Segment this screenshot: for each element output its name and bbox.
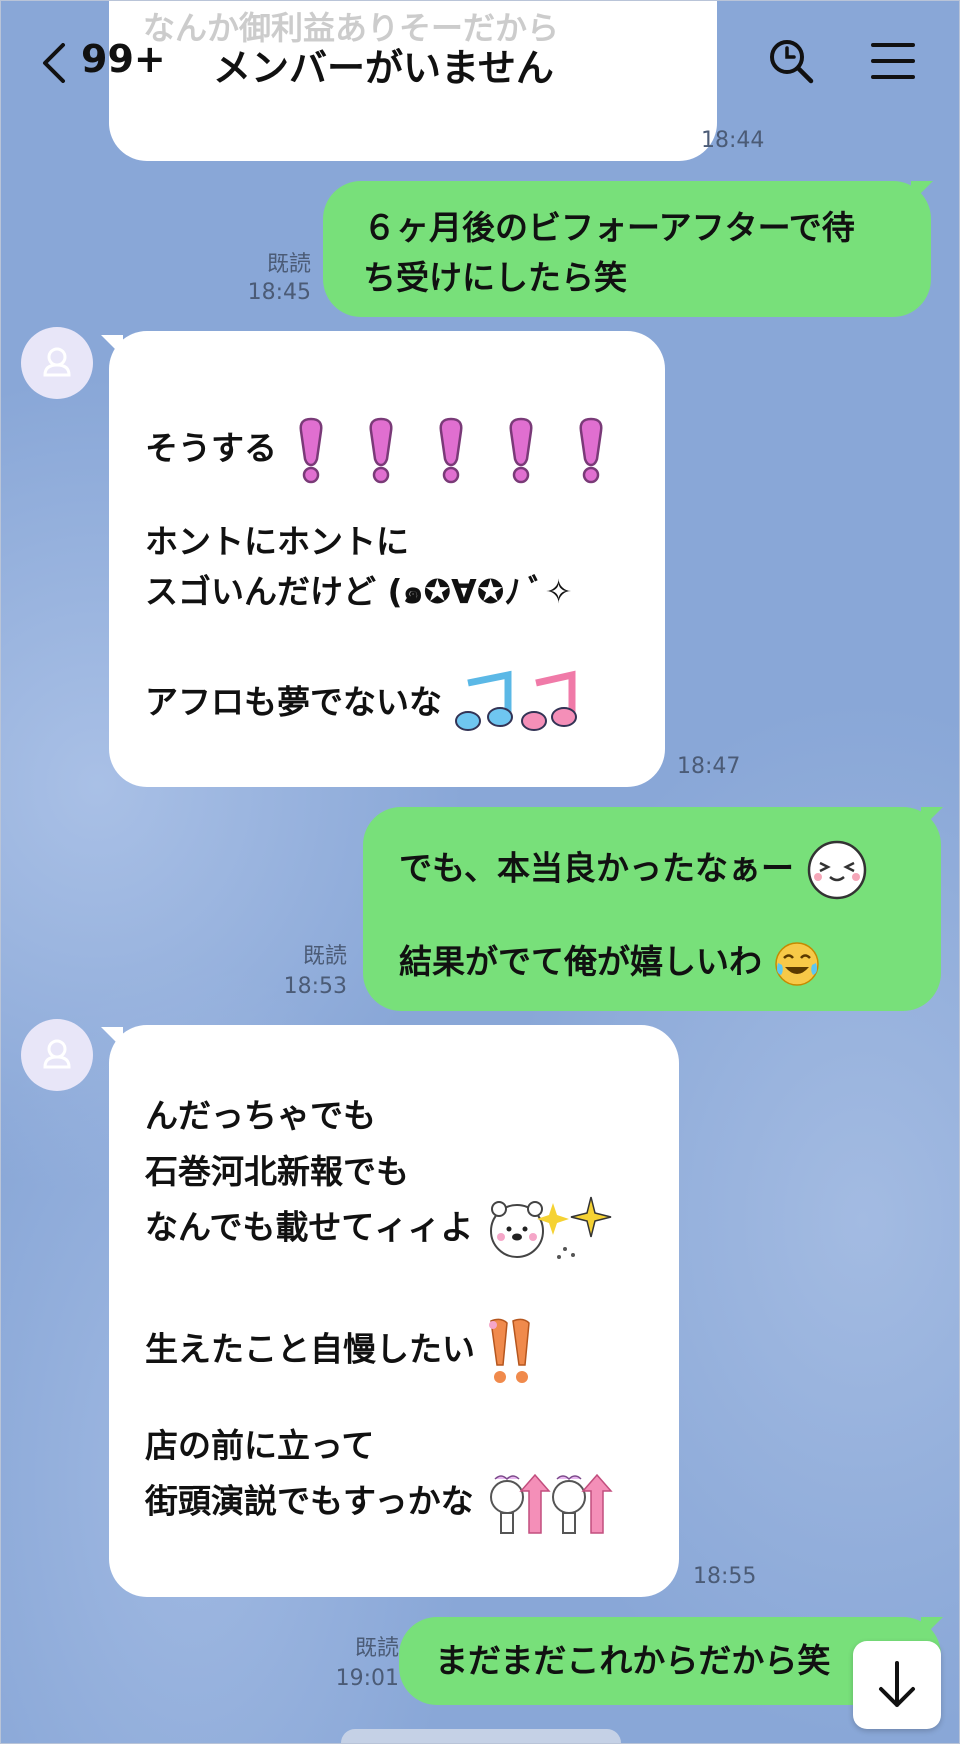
search-icon[interactable] [767,37,815,85]
message-bubble-outgoing[interactable]: でも、本当良かったなぁー 結果がでて俺が嬉しいわ [363,807,941,1011]
message-bubble-incoming[interactable]: んだっちゃでも 石巻河北新報でも なんでも載せてィィよ 生えたこと自慢したい 店… [109,1025,679,1597]
message-row: 結果がでて俺が嬉しいわ [399,937,820,987]
scroll-down-icon [879,1661,915,1707]
back-icon[interactable] [39,43,69,83]
avatar[interactable] [21,327,93,399]
bear-sparkle-sticker [489,1196,612,1259]
message-line: 石巻河北新報でも [145,1152,409,1191]
input-bar-partial [341,1729,621,1743]
message-line: まだまだこれからだから笑 [435,1641,831,1680]
message-bubble-incoming[interactable]: そうする ホントにホントに スゴいんだけど (๑✪∀✪ﾉ ﾞ✧ アフロも夢でない… [109,331,665,787]
message-line: そうする [145,428,277,468]
message-line: 結果がでて俺が嬉しいわ [399,942,762,981]
message-line: スゴいんだけど (๑✪∀✪ﾉ ﾞ✧ [145,572,573,611]
message-row: でも、本当良かったなぁー [399,839,868,901]
message-time: 18:44 [701,128,765,153]
message-row: アフロも夢でないな [145,669,584,739]
message-row: 街頭演説でもすっかな [145,1467,615,1539]
scroll-to-bottom-button[interactable] [853,1641,941,1729]
exclamation-emoji [298,417,603,484]
message-time: 19:01 [335,1666,399,1691]
avatar[interactable] [21,1019,93,1091]
avatar-icon [43,1039,71,1069]
bubble-tail [921,1617,943,1639]
music-note-emoji [454,670,577,731]
message-line: ち受けにしたら笑 [363,258,627,297]
message-time: 18:45 [247,280,311,305]
message-row: そうする [145,415,619,485]
message-bubble-outgoing[interactable]: ６ヶ月後のビフォーアフターで待 ち受けにしたら笑 [323,181,931,317]
read-status: 既読 [266,252,311,277]
exclamation-sticker [488,1318,530,1383]
tears-of-joy-emoji [774,941,819,986]
message-row: なんでも載せてィィよ [145,1193,615,1265]
read-status: 既読 [302,944,347,969]
chat-title: メンバーがいません [213,46,554,90]
message-line: でも、本当良かったなぁー [399,848,795,888]
message-line: ホントにホントに [145,522,409,561]
message-row: 生えたこと自慢したい [145,1315,537,1387]
bear-arrow-sticker [490,1473,613,1534]
read-status: 既読 [354,1636,399,1661]
bubble-tail [911,181,933,203]
message-time: 18:55 [693,1564,757,1589]
message-time: 18:47 [677,754,741,779]
message-line: 生えたこと自慢したい [145,1329,475,1369]
laughing-face-emoji [807,840,866,900]
message-line: 店の前に立って [145,1426,375,1465]
message-line: なんでも載せてィィよ [145,1207,474,1247]
message-line: アフロも夢でないな [145,682,442,722]
menu-icon[interactable] [871,39,915,83]
avatar-icon [43,347,71,377]
chat-header: 99+ メンバーがいません [1,1,959,121]
bubble-tail [921,807,943,829]
message-time: 18:53 [283,974,347,999]
message-line: 街頭演説でもすっかな [145,1481,474,1521]
message-line: んだっちゃでも [145,1096,376,1135]
message-line: ６ヶ月後のビフォーアフターで待 [363,208,855,247]
chat-window: なんか御利益ありそーだから 18:44 99+ メンバーがいません 既読 18:… [0,0,960,1744]
unread-count[interactable]: 99+ [81,37,166,81]
